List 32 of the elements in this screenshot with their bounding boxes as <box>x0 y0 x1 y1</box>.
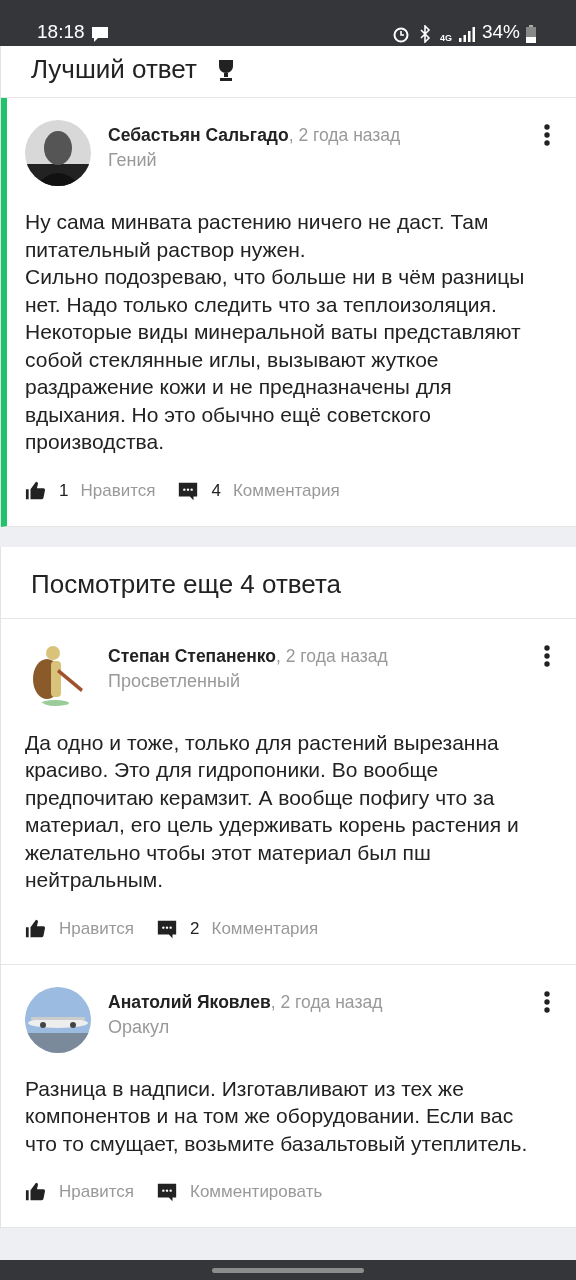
network-type: 4G <box>439 33 452 43</box>
like-button[interactable]: 1 Нравится <box>25 479 156 502</box>
comment-icon <box>156 1181 178 1203</box>
thumbs-up-icon <box>25 479 47 502</box>
signal-icon <box>457 25 476 43</box>
section-title: Посмотрите еще 4 ответа <box>1 546 576 619</box>
battery-icon <box>526 25 536 43</box>
post-time: , 2 года назад <box>270 990 383 1014</box>
comment-button[interactable]: 2 Комментария <box>156 917 319 940</box>
answer-text: Разница в надписи. Изготавливают из тех же компонентов и на том же оборудовании. Если вас что то смущает, возьмите базальтовый утеплитель. <box>25 1075 529 1157</box>
post-time: , 2 года назад <box>288 124 401 147</box>
message-icon <box>90 25 109 43</box>
more-options-icon[interactable] <box>544 990 550 1013</box>
author-rank: Гений <box>108 150 158 171</box>
author-name[interactable]: Анатолий Яковлев <box>108 988 271 1015</box>
post-time: , 2 года назад <box>276 644 388 668</box>
author-name[interactable]: Степан Степаненко <box>108 642 276 669</box>
battery-percent: 34% <box>481 21 520 43</box>
thumbs-up-icon <box>25 1181 47 1203</box>
answer-text: Да одно и тоже, только для растений вырезанна красиво. Это для гидропоники. Во вообще предпочитаю керамзит. А вообще пофигу что за материал, его цель удерживать корень растения и желательно чтобы этот материал был пш нейтральным. <box>25 729 520 893</box>
clock: 18:18 <box>37 21 85 43</box>
author-rank: Просветленный <box>108 670 241 692</box>
author-rank: Оракул <box>108 1016 171 1038</box>
alarm-icon <box>391 25 410 43</box>
more-options-icon[interactable] <box>544 644 550 667</box>
author-name[interactable]: Себастьян Сальгадо <box>108 122 289 148</box>
home-handle[interactable] <box>212 1267 364 1273</box>
answer-text: Ну сама минвата растению ничего не даст. Там питательный раствор нужен. Сильно подозреваю, что больше ни в чём разницы нет. Надо только следить что за теплоизоляция. Некоторые виды минеральной ваты представляют собой стеклянные иглы, вызывают жуткое раздражение кожи и не предназначены для вдыхания. Но это обычно ещё советского производства. <box>25 209 526 455</box>
section-title: Лучший ответ <box>31 54 197 85</box>
thumbs-up-icon <box>25 917 47 940</box>
comment-button[interactable]: 4 Комментария <box>177 479 340 502</box>
more-options-icon[interactable] <box>544 124 550 146</box>
